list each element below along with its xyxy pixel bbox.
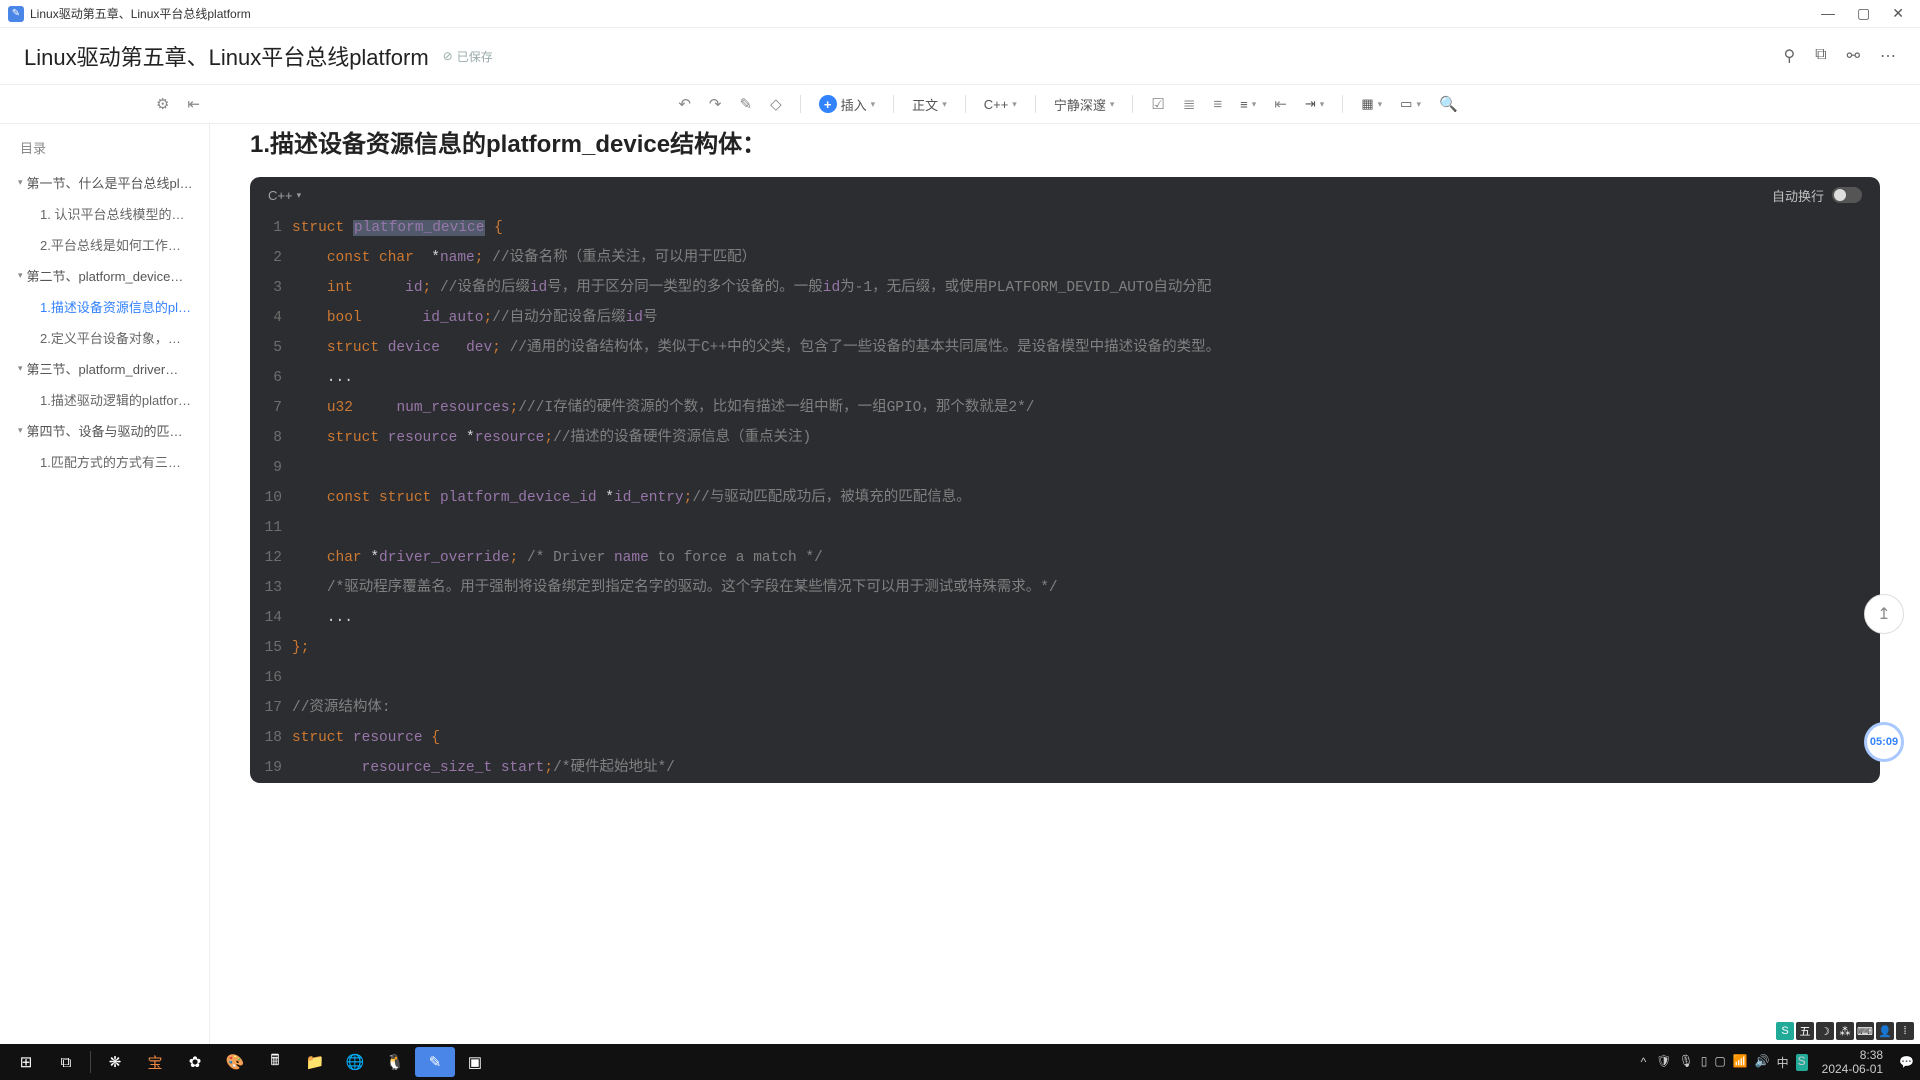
tray-volume-icon[interactable]: 🔊 (1755, 1054, 1770, 1071)
line-gutter: 12345678910111213141516171819 (250, 213, 292, 783)
clear-format-icon[interactable]: ◇ (766, 92, 786, 116)
task-app-3[interactable]: ✿ (175, 1047, 215, 1077)
doc-header: Linux驱动第五章、Linux平台总线platform ⊘ 已保存 ⚲ ⧉ ⚯… (0, 28, 1920, 84)
theme-select[interactable]: 宁静深邃▾ (1050, 93, 1119, 116)
toc-item[interactable]: 2.定义平台设备对象，… (0, 322, 209, 353)
present-icon[interactable]: ⧉ (1815, 46, 1826, 66)
start-button[interactable]: ⊞ (6, 1047, 46, 1077)
save-status: ⊘ 已保存 (443, 48, 493, 65)
recording-badge[interactable]: 05:09 (1864, 722, 1904, 762)
taskbar: ⊞ ⧉ ❋ 宝 ✿ 🎨 🖩 📁 🌐 🐧 ✎ ▣ ^ 🛡 🎙 ▯ ▢ 📶 🔊 中 … (0, 1044, 1920, 1080)
maximize-button[interactable]: ▢ (1857, 5, 1870, 22)
task-vm[interactable]: ▣ (455, 1047, 495, 1077)
window-title: Linux驱动第五章、Linux平台总线platform (30, 5, 1821, 22)
toc-section-1[interactable]: ▾第一节、什么是平台总线pl… (0, 167, 209, 198)
tray-monitor-icon[interactable]: ▢ (1714, 1054, 1725, 1071)
task-app-4[interactable]: 🎨 (215, 1047, 255, 1077)
lang-select[interactable]: C++▾ (980, 95, 1021, 114)
task-app-1[interactable]: ❋ (95, 1047, 135, 1077)
wrap-label: 自动换行 (1772, 186, 1824, 205)
indent-select[interactable]: ⇥▾ (1301, 94, 1328, 114)
task-explorer[interactable]: 📁 (295, 1047, 335, 1077)
check-icon: ⊘ (443, 49, 453, 63)
tray-battery-icon[interactable]: ▯ (1701, 1054, 1708, 1071)
more-icon[interactable]: ⋯ (1880, 46, 1896, 66)
block-select[interactable]: ▭▾ (1396, 94, 1425, 114)
taskview-button[interactable]: ⧉ (46, 1047, 86, 1077)
style-select[interactable]: 正文▾ (908, 93, 951, 116)
section-title: 1.描述设备资源信息的platform_device结构体： (250, 124, 1880, 159)
toolbar: ⚙ ⇤ ↶ ↷ ✎ ◇ +插入▾ 正文▾ C++▾ 宁静深邃▾ ☑ ≣ ≡ ≡▾… (0, 84, 1920, 124)
toc-item[interactable]: 1.描述驱动逻辑的platfor… (0, 384, 209, 415)
back-to-top-button[interactable]: ↥ (1864, 594, 1904, 634)
outline-settings-icon[interactable]: ⚙ (152, 92, 173, 116)
close-button[interactable]: ✕ (1892, 5, 1904, 22)
code-lang-select[interactable]: C++ ▾ (268, 188, 301, 203)
toc-section-2[interactable]: ▾第二节、platform_device… (0, 260, 209, 291)
tray-wifi-icon[interactable]: 📶 (1733, 1054, 1748, 1071)
toc-item[interactable]: 1. 认识平台总线模型的… (0, 198, 209, 229)
toc-item[interactable]: 1.匹配方式的方式有三… (0, 446, 209, 477)
format-paint-icon[interactable]: ✎ (736, 92, 757, 116)
checkbox-icon[interactable]: ☑ (1147, 92, 1168, 116)
branch-icon[interactable]: ⚯ (1847, 46, 1860, 66)
number-list-icon[interactable]: ≡ (1209, 93, 1226, 116)
tray-sogou-icon[interactable]: S (1796, 1054, 1808, 1071)
code-block: C++ ▾ 自动换行 12345678910111213141516171819… (250, 177, 1880, 783)
clock[interactable]: 8:38 2024-06-01 (1822, 1048, 1883, 1077)
undo-icon[interactable]: ↶ (674, 92, 695, 116)
outline-title: 目录 (20, 138, 191, 157)
insert-button[interactable]: +插入▾ (815, 93, 880, 116)
toc-section-3[interactable]: ▾第三节、platform_driver… (0, 353, 209, 384)
minimize-button[interactable]: — (1821, 5, 1835, 22)
toc-item[interactable]: 2.平台总线是如何工作… (0, 229, 209, 260)
titlebar: Linux驱动第五章、Linux平台总线platform — ▢ ✕ (0, 0, 1920, 28)
redo-icon[interactable]: ↷ (705, 92, 726, 116)
task-edge[interactable]: 🌐 (335, 1047, 375, 1077)
task-app-2[interactable]: 宝 (135, 1047, 175, 1077)
notifications-icon[interactable]: 💬 (1899, 1055, 1914, 1069)
share-icon[interactable]: ⚲ (1783, 46, 1795, 66)
outline-sidebar: 目录 ▾第一节、什么是平台总线pl… 1. 认识平台总线模型的… 2.平台总线是… (0, 124, 210, 1044)
task-editor[interactable]: ✎ (415, 1047, 455, 1077)
code-lines[interactable]: struct platform_device { const char *nam… (292, 213, 1880, 783)
tray-expand-icon[interactable]: ^ (1641, 1055, 1647, 1069)
task-app-5[interactable]: 🖩 (255, 1047, 295, 1077)
tray-ime-icon[interactable]: 中 (1777, 1054, 1789, 1071)
toc-item-active[interactable]: 1.描述设备资源信息的pl… (0, 291, 209, 322)
toc-section-4[interactable]: ▾第四节、设备与驱动的匹… (0, 415, 209, 446)
collapse-sidebar-icon[interactable]: ⇤ (183, 92, 204, 116)
task-qq[interactable]: 🐧 (375, 1047, 415, 1077)
outdent-icon[interactable]: ⇤ (1270, 92, 1291, 116)
main-content: 1.描述设备资源信息的platform_device结构体： C++ ▾ 自动换… (210, 124, 1920, 1044)
doc-title: Linux驱动第五章、Linux平台总线platform (24, 40, 429, 72)
tray-shield-icon[interactable]: 🛡 (1656, 1054, 1671, 1071)
ime-floating-bar[interactable]: S 五 ☽ ⁂ ⌨ 👤 ⁞ (1776, 1022, 1914, 1040)
align-select[interactable]: ≡▾ (1236, 95, 1260, 114)
tray-mic-icon[interactable]: 🎙 (1679, 1054, 1694, 1071)
wrap-toggle[interactable] (1832, 187, 1862, 203)
app-icon (8, 6, 24, 22)
bullet-list-icon[interactable]: ≣ (1179, 92, 1200, 116)
search-icon[interactable]: 🔍 (1435, 92, 1462, 116)
code-body[interactable]: 12345678910111213141516171819 struct pla… (250, 213, 1880, 783)
highlight-select[interactable]: ▦▾ (1357, 94, 1386, 114)
